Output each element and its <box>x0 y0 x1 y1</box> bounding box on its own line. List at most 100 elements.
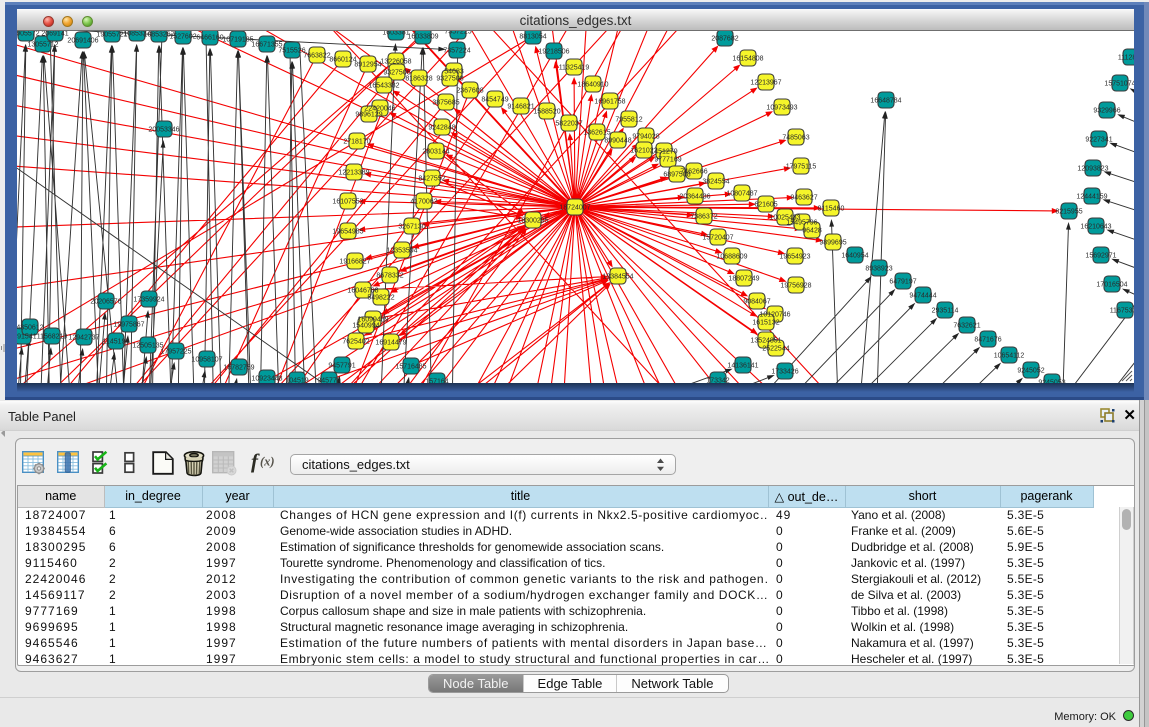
svg-text:3824554: 3824554 <box>702 179 729 186</box>
svg-text:16107552: 16107552 <box>332 199 363 206</box>
svg-text:1588520: 1588520 <box>533 109 560 116</box>
svg-text:4350612: 4350612 <box>17 325 44 332</box>
svg-text:9227341: 9227341 <box>1085 137 1112 144</box>
svg-text:10688609: 10688609 <box>716 254 747 261</box>
svg-text:19384554: 19384554 <box>602 274 633 281</box>
svg-text:9327508: 9327508 <box>436 76 463 83</box>
svg-text:7485063: 7485063 <box>782 135 809 142</box>
svg-text:17016504: 17016504 <box>1096 282 1127 289</box>
svg-text:7357225: 7357225 <box>444 31 471 36</box>
svg-text:9457791: 9457791 <box>328 363 355 370</box>
svg-text:8454749: 8454749 <box>481 97 508 104</box>
svg-text:19975867: 19975867 <box>113 322 144 329</box>
svg-text:9899695: 9899695 <box>819 240 846 247</box>
svg-text:96428: 96428 <box>802 228 822 235</box>
svg-text:1362615: 1362615 <box>583 130 610 137</box>
svg-text:10973493: 10973493 <box>766 105 797 112</box>
svg-text:2367608: 2367608 <box>456 88 483 95</box>
svg-text:8215955: 8215955 <box>1055 209 1082 216</box>
svg-text:12505135: 12505135 <box>132 343 163 350</box>
svg-text:19756928: 19756928 <box>780 283 811 290</box>
svg-text:11568219: 11568219 <box>37 334 68 341</box>
svg-text:9794028: 9794028 <box>632 134 659 141</box>
svg-text:1145194: 1145194 <box>103 339 130 346</box>
svg-text:1112876: 1112876 <box>1118 55 1134 62</box>
svg-text:8990448: 8990448 <box>604 138 631 145</box>
svg-text:9896129: 9896129 <box>355 112 382 119</box>
svg-text:4170062: 4170062 <box>410 199 437 206</box>
svg-text:9245052: 9245052 <box>1017 368 1044 375</box>
svg-text:8427552: 8427552 <box>418 176 445 183</box>
svg-text:16782759: 16782759 <box>223 365 254 372</box>
svg-text:9474444: 9474444 <box>909 293 936 300</box>
svg-text:13226058: 13226058 <box>380 59 411 66</box>
svg-text:14136141: 14136141 <box>727 363 758 370</box>
svg-text:9084067: 9084067 <box>743 299 770 306</box>
svg-text:19654923: 19654923 <box>779 254 810 261</box>
svg-text:3875685: 3875685 <box>432 100 459 107</box>
svg-text:9777169: 9777169 <box>654 157 681 164</box>
svg-text:1640954: 1640954 <box>841 253 868 260</box>
svg-text:3267130: 3267130 <box>398 224 425 231</box>
svg-text:12213967: 12213967 <box>750 80 781 87</box>
svg-text:10120746: 10120746 <box>759 312 790 319</box>
svg-text:15751074: 15751074 <box>1104 81 1134 88</box>
svg-text:2069141: 2069141 <box>41 31 68 38</box>
svg-text:17957225: 17957225 <box>160 349 191 356</box>
svg-text:11675333: 11675333 <box>1110 308 1134 315</box>
svg-text:12353594: 12353594 <box>386 248 417 255</box>
svg-text:20364436: 20364436 <box>679 194 710 201</box>
svg-text:8938923: 8938923 <box>865 266 892 273</box>
svg-text:54683: 54683 <box>444 69 464 76</box>
svg-text:7462666: 7462666 <box>680 169 707 176</box>
svg-text:18300295: 18300295 <box>517 218 548 225</box>
svg-text:15720407: 15720407 <box>702 235 733 242</box>
svg-text:13524851: 13524851 <box>750 338 781 345</box>
svg-text:12213389: 12213389 <box>338 170 369 177</box>
svg-text:18724007: 18724007 <box>559 205 590 212</box>
svg-text:8471676: 8471676 <box>974 337 1001 344</box>
svg-text:8660124: 8660124 <box>329 57 356 64</box>
svg-text:18640910: 18640910 <box>577 82 608 89</box>
svg-text:1540994: 1540994 <box>352 323 379 330</box>
svg-text:2087682: 2087682 <box>711 36 738 43</box>
svg-text:9329966: 9329966 <box>1093 108 1120 115</box>
svg-text:(x): (x) <box>260 455 275 469</box>
svg-text:12444159: 12444159 <box>1076 194 1107 201</box>
svg-text:7663822: 7663822 <box>303 53 330 60</box>
svg-text:10807487: 10807487 <box>726 191 757 198</box>
svg-text:17975115: 17975115 <box>786 164 817 171</box>
svg-text:18807249: 18807249 <box>728 276 759 283</box>
svg-text:10654112: 10654112 <box>994 353 1025 360</box>
svg-text:16033809: 16033809 <box>407 34 438 41</box>
svg-text:2935114: 2935114 <box>932 308 959 315</box>
svg-text:9146821: 9146821 <box>507 104 534 111</box>
svg-text:20206576: 20206576 <box>90 299 121 306</box>
svg-text:7955812: 7955812 <box>615 117 642 124</box>
svg-text:12942737: 12942737 <box>68 335 99 342</box>
svg-text:16543382: 16543382 <box>368 83 399 90</box>
svg-text:19166827: 19166827 <box>339 259 370 266</box>
svg-text:17359924: 17359924 <box>133 297 164 304</box>
svg-text:1615132: 1615132 <box>752 320 779 327</box>
svg-text:7515526: 7515526 <box>278 48 305 55</box>
svg-text:20053346: 20053346 <box>148 127 179 134</box>
svg-text:6479197: 6479197 <box>889 279 916 286</box>
svg-text:16914479: 16914479 <box>375 340 406 347</box>
svg-text:5498222: 5498222 <box>367 295 394 302</box>
svg-text:1603381: 1603381 <box>382 31 409 37</box>
svg-text:5822037: 5822037 <box>555 121 582 128</box>
svg-text:13055712: 13055712 <box>27 42 58 49</box>
svg-text:19218506: 19218506 <box>538 49 569 56</box>
svg-text:9115460: 9115460 <box>818 206 845 213</box>
svg-text:16210643: 16210643 <box>1080 224 1111 231</box>
svg-text:16046788: 16046788 <box>347 288 378 295</box>
svg-text:1451279: 1451279 <box>650 149 677 156</box>
svg-text:10923448: 10923448 <box>251 376 282 383</box>
svg-text:7632621: 7632621 <box>953 323 980 330</box>
svg-text:19654985: 19654985 <box>332 229 363 236</box>
svg-text:1733426: 1733426 <box>771 369 798 376</box>
svg-text:16154808: 16154808 <box>732 56 763 63</box>
svg-text:16961758: 16961758 <box>594 99 625 106</box>
svg-text:2803144: 2803144 <box>422 149 449 156</box>
